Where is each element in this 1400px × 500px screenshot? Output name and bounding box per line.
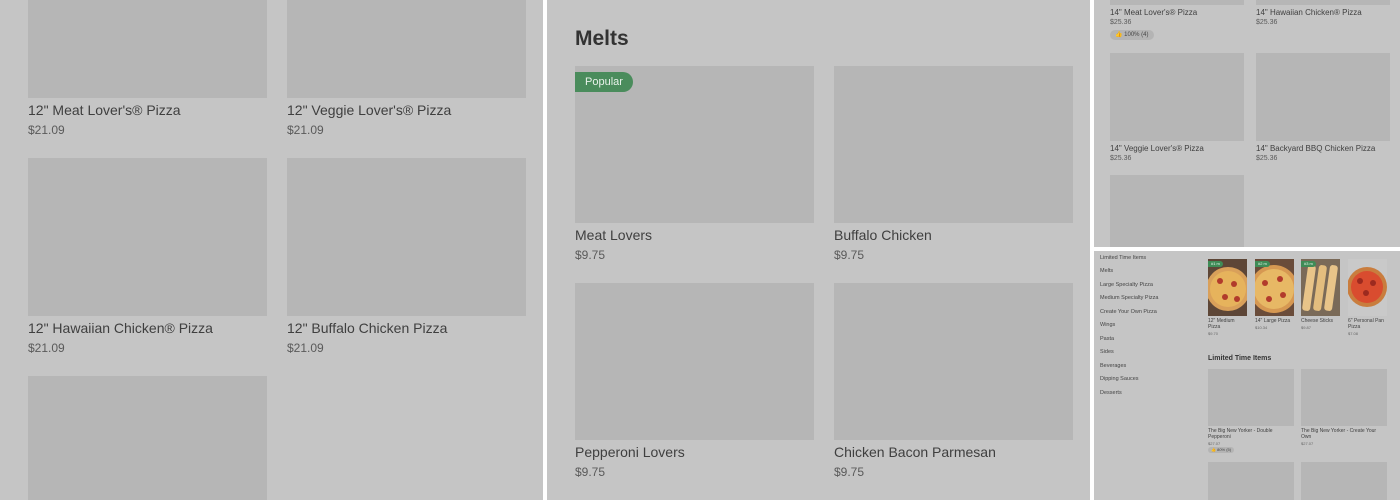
item-price: $25.36 xyxy=(1110,155,1132,162)
item-image[interactable] xyxy=(287,0,526,98)
item-price: $27.07 xyxy=(1301,441,1314,446)
item-image[interactable] xyxy=(1110,53,1244,141)
rating-text: 100% (4) xyxy=(1124,32,1149,38)
item-name[interactable]: 12" Buffalo Chicken Pizza xyxy=(287,320,447,336)
menu-panel-melts: Melts Popular Meat Lovers $9.75 Buffalo … xyxy=(547,0,1090,500)
item-name[interactable]: Meat Lovers xyxy=(575,227,652,243)
item-price: $9.75 xyxy=(834,248,865,262)
item-price: $9.87 xyxy=(1301,325,1312,330)
category-link[interactable]: Wings xyxy=(1100,322,1115,328)
item-price: $9.75 xyxy=(834,465,865,479)
menu-panel-12in-pizzas: 12" Meat Lover's® Pizza $21.09 12" Veggi… xyxy=(0,0,543,500)
category-link[interactable]: Create Your Own Pizza xyxy=(1100,309,1157,315)
pizza-image[interactable]: #2 m xyxy=(1255,259,1294,316)
item-name[interactable]: The Big New Yorker - Create Your Own xyxy=(1301,428,1387,440)
item-image[interactable] xyxy=(1208,369,1294,426)
item-price: $27.07 xyxy=(1208,441,1221,446)
item-name[interactable]: Chicken Bacon Parmesan xyxy=(834,444,996,460)
menu-panel-overview: Limited Time Items Melts Large Specialty… xyxy=(1094,251,1400,500)
item-image[interactable] xyxy=(575,283,814,440)
item-image[interactable] xyxy=(287,158,526,316)
category-link[interactable]: Dipping Sauces xyxy=(1100,376,1139,382)
rank-tag: #3 m xyxy=(1301,261,1316,267)
pizza-photo-icon xyxy=(1348,259,1387,316)
item-name[interactable]: Cheese Sticks xyxy=(1301,318,1333,324)
item-name[interactable]: 6" Personal Pan Pizza xyxy=(1348,318,1392,330)
item-price: $25.36 xyxy=(1110,19,1132,26)
item-name[interactable]: 14" Veggie Lover's® Pizza xyxy=(1110,144,1204,153)
popular-badge: Popular xyxy=(575,72,633,92)
section-title: Limited Time Items xyxy=(1208,355,1272,362)
item-name[interactable]: The Big New Yorker - Double Pepperoni xyxy=(1208,428,1294,440)
item-image[interactable] xyxy=(834,66,1073,223)
pizza-photo-icon xyxy=(1255,259,1294,316)
pizza-image[interactable] xyxy=(1348,259,1387,316)
category-link[interactable]: Medium Specialty Pizza xyxy=(1100,295,1158,301)
category-link[interactable]: Sides xyxy=(1100,349,1114,355)
item-name[interactable]: Pepperoni Lovers xyxy=(575,444,685,460)
rating-badge: 👍 100% (4) xyxy=(1110,30,1154,40)
item-name[interactable]: 14" Meat Lover's® Pizza xyxy=(1110,8,1197,17)
item-name[interactable]: 12" Meat Lover's® Pizza xyxy=(28,102,181,118)
item-image[interactable] xyxy=(28,376,267,500)
section-title: Melts xyxy=(575,27,629,50)
item-image[interactable] xyxy=(1301,369,1387,426)
menu-panel-14in-pizzas: 14" Meat Lover's® Pizza $25.36 👍 100% (4… xyxy=(1094,0,1400,247)
item-image[interactable] xyxy=(1110,175,1244,247)
item-image[interactable] xyxy=(1256,0,1390,5)
cheese-sticks-photo-icon xyxy=(1301,259,1340,316)
item-image[interactable] xyxy=(1110,0,1244,5)
rating-badge: 👍 80% (5) xyxy=(1208,447,1235,453)
pizza-image[interactable]: #1 m xyxy=(1208,259,1247,316)
category-link[interactable]: Pasta xyxy=(1100,336,1114,342)
category-link[interactable]: Limited Time Items xyxy=(1100,255,1146,261)
item-image[interactable] xyxy=(1208,462,1294,500)
item-name[interactable]: Buffalo Chicken xyxy=(834,227,932,243)
category-link[interactable]: Melts xyxy=(1100,268,1113,274)
item-name[interactable]: 12" Veggie Lover's® Pizza xyxy=(287,102,451,118)
item-price: $21.09 xyxy=(28,341,65,355)
item-image[interactable] xyxy=(28,158,267,316)
item-price: $9.75 xyxy=(575,465,606,479)
item-name[interactable]: 14" Hawaiian Chicken® Pizza xyxy=(1256,8,1362,17)
item-price: $21.09 xyxy=(287,123,324,137)
item-image[interactable] xyxy=(834,283,1073,440)
category-link[interactable]: Large Specialty Pizza xyxy=(1100,282,1153,288)
rank-tag: #1 m xyxy=(1208,261,1223,267)
item-image[interactable] xyxy=(28,0,267,98)
rank-tag: #2 m xyxy=(1255,261,1270,267)
cheese-sticks-image[interactable]: #3 m xyxy=(1301,259,1340,316)
item-image[interactable] xyxy=(1301,462,1387,500)
item-price: $21.09 xyxy=(287,341,324,355)
item-price: $21.09 xyxy=(28,123,65,137)
item-name[interactable]: 14" Backyard BBQ Chicken Pizza xyxy=(1256,144,1375,153)
item-price: $9.70 xyxy=(1208,331,1219,336)
item-name[interactable]: 12" Hawaiian Chicken® Pizza xyxy=(28,320,213,336)
item-name[interactable]: 14" Large Pizza xyxy=(1255,318,1290,324)
category-link[interactable]: Desserts xyxy=(1100,390,1122,396)
category-link[interactable]: Beverages xyxy=(1100,363,1126,369)
rating-text: 👍 80% (5) xyxy=(1211,447,1232,452)
item-image[interactable] xyxy=(1256,53,1390,141)
pizza-photo-icon xyxy=(1208,259,1247,316)
item-name[interactable]: 12" Medium Pizza xyxy=(1208,318,1248,330)
item-price: $25.36 xyxy=(1256,155,1278,162)
item-price: $25.36 xyxy=(1256,19,1278,26)
thumbs-up-icon: 👍 xyxy=(1115,32,1123,38)
item-price: $7.08 xyxy=(1348,331,1359,336)
item-price: $10.34 xyxy=(1255,325,1268,330)
item-price: $9.75 xyxy=(575,248,606,262)
